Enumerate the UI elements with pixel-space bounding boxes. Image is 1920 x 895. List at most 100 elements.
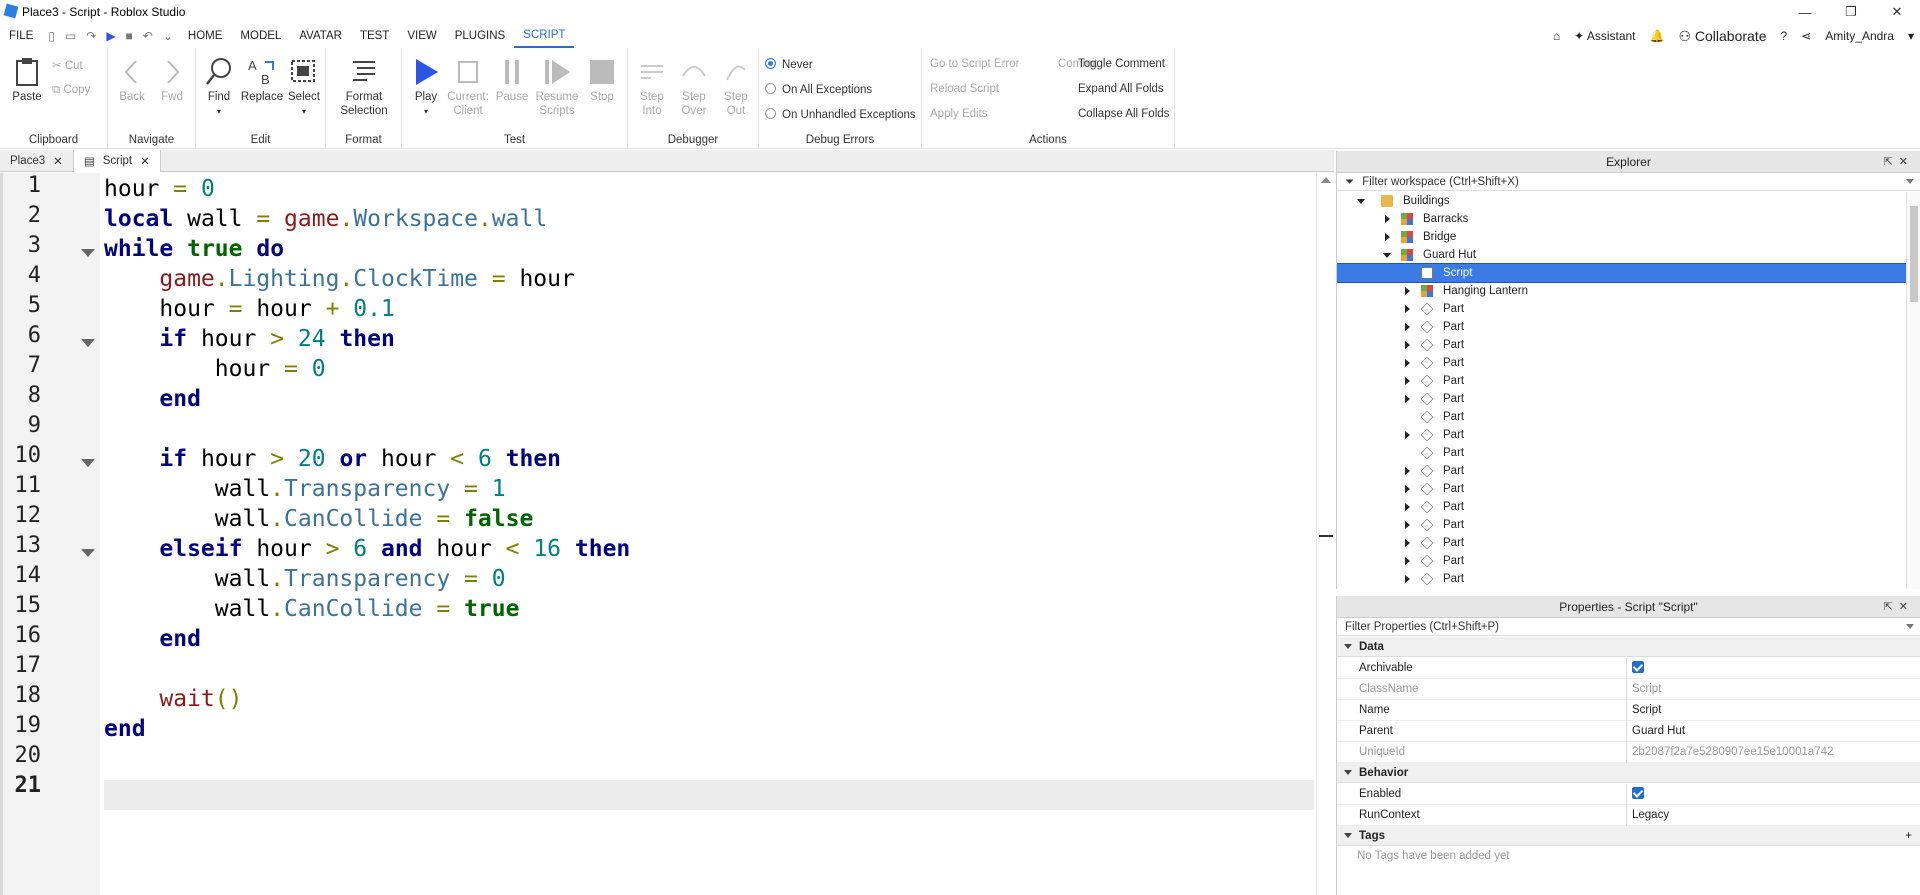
undo-icon[interactable]: ↶ <box>143 29 153 43</box>
property-archivable[interactable]: Archivable <box>1337 658 1920 679</box>
collapsed-arrow-icon[interactable] <box>1405 287 1410 295</box>
current-client-button[interactable]: Current: Client <box>446 56 490 118</box>
collapsed-arrow-icon[interactable] <box>1405 305 1410 313</box>
collapsed-arrow-icon[interactable] <box>1405 521 1410 529</box>
save-icon[interactable]: ▭ <box>65 29 76 43</box>
fold-arrow-icon[interactable] <box>81 339 95 347</box>
tree-item-bridge[interactable]: Bridge <box>1337 228 1906 246</box>
tree-item-part[interactable]: Part <box>1337 462 1906 480</box>
pause-button[interactable]: Pause <box>492 56 532 104</box>
tree-item-barracks[interactable]: Barracks <box>1337 210 1906 228</box>
properties-filter-input[interactable]: Filter Properties (Ctrl+Shift+P) <box>1337 618 1920 636</box>
collapsed-arrow-icon[interactable] <box>1405 539 1410 547</box>
filter-dropdown-icon[interactable] <box>1906 179 1914 184</box>
category-tags[interactable]: Tags + <box>1337 826 1920 846</box>
reload-script-button[interactable]: Reload Script <box>930 83 999 95</box>
fwd-button[interactable]: Fwd <box>154 56 190 104</box>
collapse-arrow-icon[interactable] <box>1344 833 1352 838</box>
share-icon[interactable]: ⋖ <box>1801 29 1811 43</box>
code-editor[interactable]: 1 2 3 4 5 6 7 8 9 10 11 12 13 14 15 16 1… <box>0 173 1334 895</box>
tree-item-part[interactable]: Part <box>1337 516 1906 534</box>
expand-all-folds-button[interactable]: Expand All Folds <box>1078 83 1164 95</box>
collapsed-arrow-icon[interactable] <box>1405 485 1410 493</box>
collapsed-arrow-icon[interactable] <box>1405 503 1410 511</box>
minimize-button[interactable]: — <box>1782 0 1828 24</box>
resume-scripts-button[interactable]: Resume Scripts <box>534 56 580 118</box>
stop-button[interactable]: Stop <box>582 56 622 104</box>
tree-item-part[interactable]: Part <box>1337 480 1906 498</box>
fold-arrow-icon[interactable] <box>81 249 95 257</box>
filter-icon[interactable]: ⏷ <box>1345 176 1354 188</box>
user-name[interactable]: Amity_Andra <box>1825 29 1894 43</box>
tree-item-hanging-lantern[interactable]: Hanging Lantern <box>1337 282 1906 300</box>
tab-view[interactable]: VIEW <box>398 24 445 48</box>
play-icon[interactable]: ▶ <box>106 29 115 43</box>
collapsed-arrow-icon[interactable] <box>1405 359 1410 367</box>
assistant-button[interactable]: ✦ Assistant <box>1574 29 1635 43</box>
paste-button[interactable]: Paste <box>8 56 46 104</box>
tree-item-script[interactable]: Script <box>1337 263 1907 283</box>
replace-button[interactable]: AB Replace <box>240 56 284 104</box>
tree-item-part[interactable]: Part <box>1337 318 1906 336</box>
find-button[interactable]: Find ▾ <box>200 56 238 119</box>
category-data[interactable]: Data <box>1337 637 1920 657</box>
redo-icon[interactable]: ↷ <box>86 29 96 43</box>
code-area[interactable]: hour = 0 local wall = game.Workspace.wal… <box>104 173 1314 895</box>
tree-item-buildings[interactable]: Buildings <box>1337 192 1906 210</box>
tree-item-part[interactable]: Part <box>1337 300 1906 318</box>
toggle-comment-button[interactable]: Toggle Comment <box>1078 58 1165 70</box>
tab-script[interactable]: SCRIPT <box>514 24 575 48</box>
add-tag-icon[interactable]: + <box>1905 826 1912 846</box>
property-name[interactable]: Name Script <box>1337 700 1920 721</box>
tree-item-part[interactable]: Part <box>1337 570 1906 588</box>
collapsed-arrow-icon[interactable] <box>1385 233 1390 241</box>
collapsed-arrow-icon[interactable] <box>1405 377 1410 385</box>
tab-test[interactable]: TEST <box>351 24 398 48</box>
property-parent[interactable]: Parent Guard Hut <box>1337 721 1920 742</box>
tree-item-part[interactable]: Part <box>1337 444 1906 462</box>
play-button[interactable]: Play ▾ <box>406 56 446 119</box>
notification-icon[interactable]: 🔔 <box>1650 29 1665 43</box>
tree-item-part[interactable]: Part <box>1337 498 1906 516</box>
collaborate-button[interactable]: ⚇ Collaborate <box>1678 28 1766 45</box>
collapse-all-folds-button[interactable]: Collapse All Folds <box>1078 108 1169 120</box>
expanded-arrow-icon[interactable] <box>1357 199 1365 204</box>
user-dropdown-icon[interactable]: ▾ <box>1908 29 1914 43</box>
scrollbar-thumb[interactable] <box>1910 206 1918 302</box>
collapsed-arrow-icon[interactable] <box>1405 431 1410 439</box>
restore-button[interactable]: ❐ <box>1828 0 1874 24</box>
tree-item-guard-hut[interactable]: Guard Hut <box>1337 246 1906 264</box>
select-button[interactable]: Select ▾ <box>284 56 324 119</box>
copy-button[interactable]: ⧉ Copy <box>52 84 90 97</box>
all-exceptions-radio[interactable]: On All Exceptions <box>765 83 872 96</box>
close-icon[interactable]: ✕ <box>1899 601 1914 613</box>
tab-plugins[interactable]: PLUGINS <box>446 24 515 48</box>
tab-model[interactable]: MODEL <box>231 24 290 48</box>
close-icon[interactable]: ✕ <box>1899 156 1914 168</box>
tree-item-part[interactable]: Part <box>1337 408 1906 426</box>
fold-arrow-icon[interactable] <box>81 459 95 467</box>
collapsed-arrow-icon[interactable] <box>1405 323 1410 331</box>
property-runcontext[interactable]: RunContext Legacy <box>1337 805 1920 826</box>
undock-icon[interactable]: ⇱ <box>1884 601 1899 613</box>
filter-dropdown-icon[interactable] <box>1906 624 1914 629</box>
expanded-arrow-icon[interactable] <box>1383 253 1391 258</box>
help-icon[interactable]: ? <box>1781 29 1788 43</box>
fold-arrow-icon[interactable] <box>81 549 95 557</box>
close-button[interactable]: ✕ <box>1874 0 1920 24</box>
tab-avatar[interactable]: AVATAR <box>290 24 351 48</box>
more-icon[interactable]: ⌄ <box>163 29 173 43</box>
tree-item-part[interactable]: Part <box>1337 336 1906 354</box>
tree-item-part[interactable]: Part <box>1337 372 1906 390</box>
property-enabled[interactable]: Enabled <box>1337 784 1920 805</box>
go-to-script-error-button[interactable]: Go to Script Error <box>930 58 1019 70</box>
checkbox-checked-icon[interactable] <box>1632 661 1644 673</box>
explorer-filter-input[interactable]: ⏷ Filter workspace (Ctrl+Shift+X) <box>1337 173 1920 191</box>
editor-scrollbar[interactable] <box>1316 173 1334 895</box>
back-button[interactable]: Back <box>114 56 150 104</box>
step-out-button[interactable]: Step Out <box>716 56 756 118</box>
collapsed-arrow-icon[interactable] <box>1405 575 1410 583</box>
collapse-arrow-icon[interactable] <box>1344 644 1352 649</box>
collapsed-arrow-icon[interactable] <box>1405 557 1410 565</box>
close-icon[interactable]: ✕ <box>140 154 150 168</box>
